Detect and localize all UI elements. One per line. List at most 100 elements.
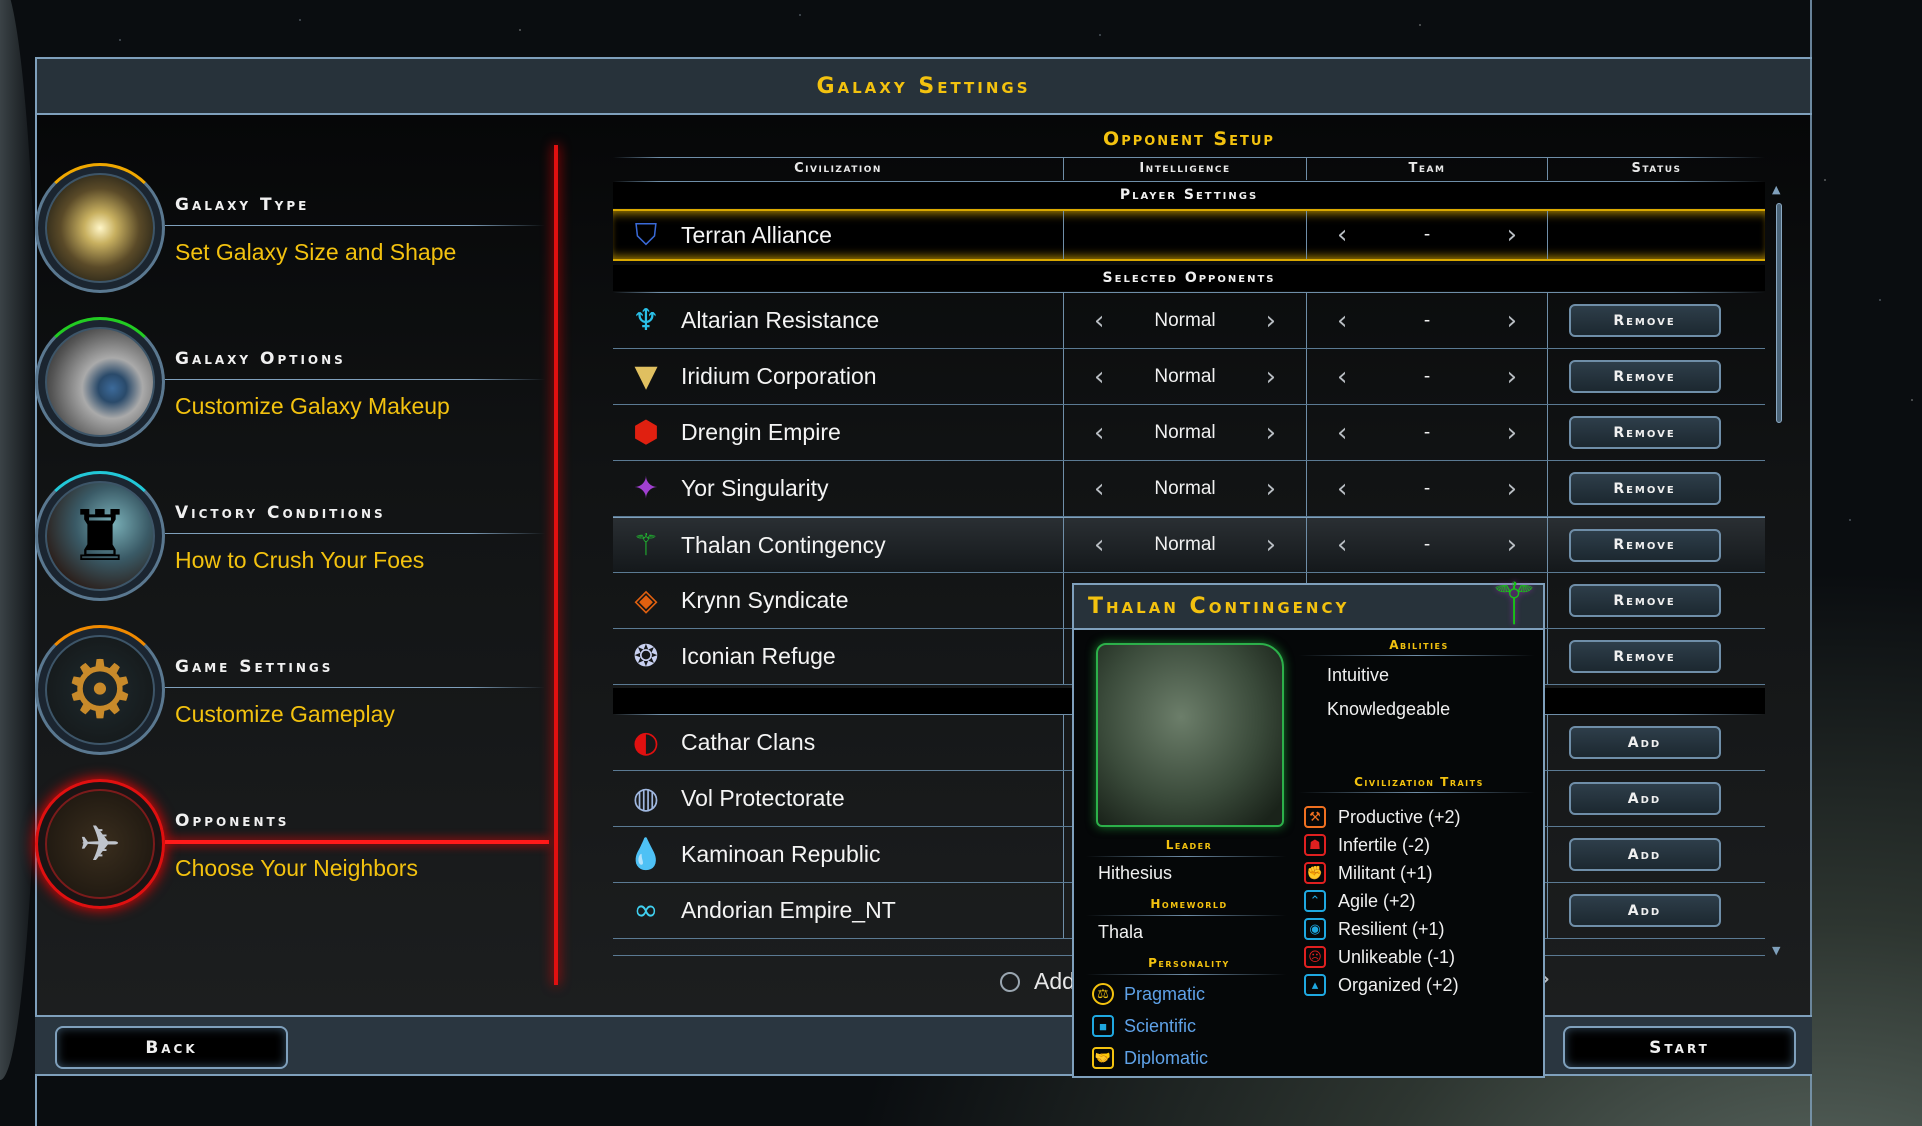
column-header-status: Status [1547, 158, 1765, 180]
add-button[interactable]: Add [1568, 838, 1721, 871]
team-next-arrow[interactable]: › [1507, 220, 1517, 250]
nav-item-opponents[interactable]: ✈ Opponents Choose Your Neighbors [35, 779, 555, 919]
intelligence-next-arrow[interactable]: › [1266, 530, 1276, 560]
intelligence-cell: ‹ Normal › [1063, 349, 1306, 404]
triangles-icon: ▴ [1304, 974, 1326, 996]
team-prev-arrow[interactable]: ‹ [1337, 362, 1347, 392]
remove-button[interactable]: Remove [1568, 416, 1721, 449]
book-icon: ■ [1092, 1015, 1114, 1037]
planets-icon [35, 317, 165, 447]
divider [165, 687, 545, 688]
trait-name: Militant (+1) [1338, 862, 1433, 883]
remove-button[interactable]: Remove [1568, 640, 1721, 673]
intelligence-next-arrow[interactable]: › [1266, 362, 1276, 392]
nav-item-victory-conditions[interactable]: ♜ Victory Conditions How to Crush Your F… [35, 471, 555, 611]
team-prev-arrow[interactable]: ‹ [1337, 306, 1347, 336]
divider [165, 533, 545, 534]
drengin-empire-icon: ⬢ [632, 415, 660, 450]
intelligence-prev-arrow[interactable]: ‹ [1094, 530, 1104, 560]
terran-alliance-icon: ⛉ [634, 217, 658, 253]
intelligence-next-arrow[interactable]: › [1266, 306, 1276, 336]
intelligence-prev-arrow[interactable]: ‹ [1094, 418, 1104, 448]
team-prev-arrow[interactable]: ‹ [1337, 530, 1347, 560]
remove-button[interactable]: Remove [1568, 304, 1721, 337]
civ-name: Yor Singularity [681, 475, 829, 501]
add-random-radio[interactable] [1000, 971, 1020, 992]
remove-button[interactable]: Remove [1568, 584, 1721, 617]
tooltip-title: Thalan Contingency [1088, 594, 1350, 619]
nav-item-galaxy-type[interactable]: Galaxy Type Set Galaxy Size and Shape [35, 163, 555, 303]
civ-trait-item: ▴ Organized (+2) [1304, 974, 1459, 996]
remove-button[interactable]: Remove [1568, 360, 1721, 393]
intelligence-cell: ‹ Normal › [1063, 293, 1306, 348]
team-cell: ‹ - › [1306, 211, 1547, 259]
andorian-empire-icon: ∞ [633, 893, 659, 928]
scrollbar-thumb[interactable] [1776, 203, 1782, 423]
remove-button[interactable]: Remove [1568, 528, 1721, 562]
selected-opponent-row[interactable]: ▼ Iridium Corporation ‹ Normal › ‹ - › R… [613, 349, 1765, 405]
chevrons-up-icon: ⌃ [1304, 890, 1326, 912]
scroll-up-arrow[interactable]: ▲ [1772, 183, 1780, 196]
team-next-arrow[interactable]: › [1507, 530, 1517, 560]
add-button[interactable]: Add [1568, 782, 1721, 815]
page-title: Galaxy Settings [816, 73, 1031, 99]
status-cell: Remove [1547, 573, 1765, 628]
selected-opponent-row[interactable]: ✦ Yor Singularity ‹ Normal › ‹ - › Remov… [613, 461, 1765, 517]
team-prev-arrow[interactable]: ‹ [1337, 474, 1347, 504]
civ-cell: ▼ Iridium Corporation [613, 349, 1063, 404]
team-value: - [1423, 365, 1431, 387]
ships-icon: ✈ [35, 779, 165, 909]
remove-button[interactable]: Remove [1568, 472, 1721, 505]
team-next-arrow[interactable]: › [1507, 418, 1517, 448]
team-next-arrow[interactable]: › [1507, 362, 1517, 392]
team-value: - [1423, 309, 1431, 331]
selected-opponent-row[interactable]: ⬢ Drengin Empire ‹ Normal › ‹ - › Remove [613, 405, 1765, 461]
iridium-corporation-icon: ▼ [634, 359, 658, 394]
divider [1086, 856, 1286, 857]
opponent-setup-title: Opponent Setup [1103, 128, 1275, 150]
personality-name: Pragmatic [1124, 983, 1206, 1004]
leader-portrait [1096, 643, 1284, 827]
divider [1299, 792, 1534, 793]
personality-name: Scientific [1124, 1015, 1197, 1036]
gear-icon: ⚙ [35, 625, 165, 755]
trait-name: Agile (+2) [1338, 890, 1416, 911]
back-button[interactable]: Back [55, 1026, 288, 1069]
civ-trait-item: ⌃ Agile (+2) [1304, 890, 1416, 912]
leader-label: Leader [1165, 838, 1213, 852]
trait-name: Infertile (-2) [1338, 834, 1431, 855]
leader-name: Hithesius [1098, 863, 1173, 883]
scales-icon: ⚖ [1092, 983, 1114, 1005]
cathar-clans-icon: ◐ [632, 725, 660, 760]
intelligence-prev-arrow[interactable]: ‹ [1094, 474, 1104, 504]
intelligence-prev-arrow[interactable]: ‹ [1094, 362, 1104, 392]
thalan-contingency-icon: ⚚ [632, 527, 660, 563]
team-next-arrow[interactable]: › [1507, 306, 1517, 336]
intelligence-cell: ‹ Normal › [1063, 405, 1306, 460]
civ-cell: ⚚ Thalan Contingency [613, 518, 1063, 572]
civ-trait-item: ☗ Infertile (-2) [1304, 834, 1430, 856]
nav-item-game-settings[interactable]: ⚙ Game Settings Customize Gameplay [35, 625, 555, 765]
divider [1086, 915, 1286, 916]
add-button[interactable]: Add [1568, 726, 1721, 759]
nav-title: Galaxy Options [175, 349, 346, 369]
intelligence-next-arrow[interactable]: › [1266, 418, 1276, 448]
frown-icon: ☹ [1304, 946, 1326, 968]
tooltip-header: Thalan Contingency [1074, 585, 1543, 630]
status-cell: Remove [1547, 461, 1765, 516]
nav-item-galaxy-options[interactable]: Galaxy Options Customize Galaxy Makeup [35, 317, 555, 457]
selected-opponent-row[interactable]: ♆ Altarian Resistance ‹ Normal › ‹ - › R… [613, 293, 1765, 349]
start-button[interactable]: Start [1563, 1026, 1796, 1069]
status-cell: Remove [1547, 629, 1765, 684]
trait-name: Resilient (+1) [1338, 918, 1445, 939]
team-value: - [1423, 224, 1431, 245]
scroll-down-arrow[interactable]: ▼ [1772, 944, 1780, 957]
team-prev-arrow[interactable]: ‹ [1337, 418, 1347, 448]
add-button[interactable]: Add [1568, 894, 1721, 927]
intelligence-next-arrow[interactable]: › [1266, 474, 1276, 504]
status-cell: Add [1547, 771, 1765, 826]
team-next-arrow[interactable]: › [1507, 474, 1517, 504]
selected-opponent-row[interactable]: ⚚ Thalan Contingency ‹ Normal › ‹ - › Re… [613, 517, 1765, 573]
intelligence-prev-arrow[interactable]: ‹ [1094, 306, 1104, 336]
team-prev-arrow[interactable]: ‹ [1337, 220, 1347, 250]
